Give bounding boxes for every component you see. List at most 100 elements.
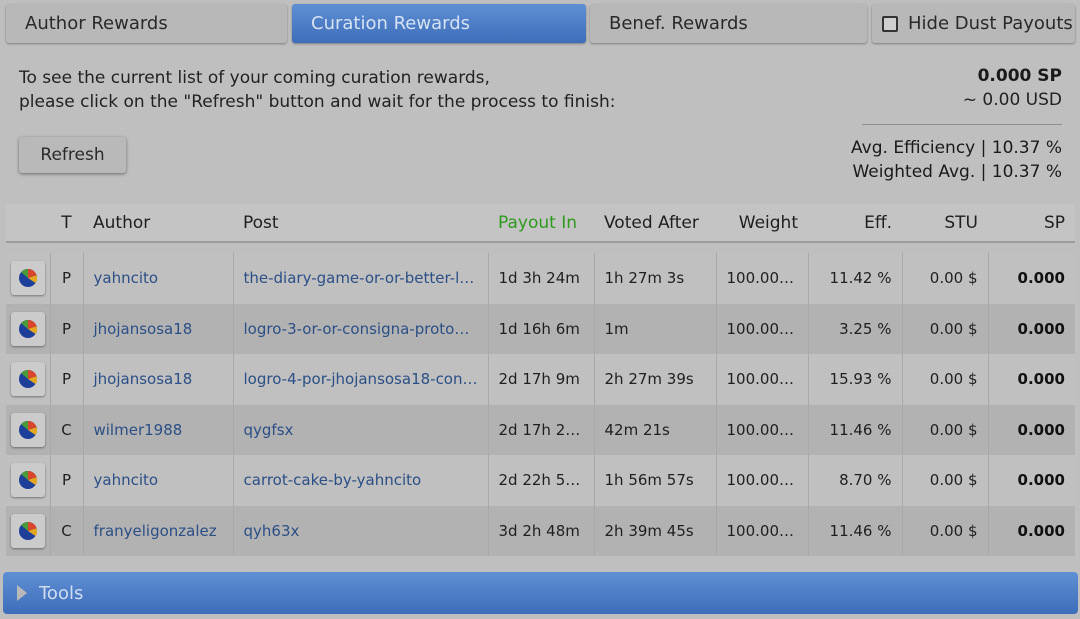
cell-voted-after: 2h 39m 45s: [593, 505, 716, 556]
pie-chart-icon[interactable]: [11, 311, 45, 346]
tools-label: Tools: [39, 582, 84, 604]
cell-type: P: [49, 354, 83, 405]
hide-dust-checkbox[interactable]: [882, 15, 898, 32]
cell-weight: 100.00 %: [715, 354, 808, 405]
cell-stu: 0.00 $: [901, 404, 988, 455]
cell-payout-in: 1d 16h 6m: [487, 303, 594, 354]
avg-efficiency: Avg. Efficiency | 10.37 %: [851, 138, 1062, 158]
cell-author-link[interactable]: jhojansosa18: [82, 354, 233, 405]
hide-dust-toggle[interactable]: Hide Dust Payouts: [872, 4, 1075, 43]
table-row: Cfranyeligonzalez qyh63x 3d 2h 48m 2h 39m 4…: [6, 505, 1075, 557]
cell-author-link[interactable]: franyeligonzalez: [82, 505, 233, 556]
cell-payout-in: 3d 2h 48m: [487, 505, 594, 556]
row-action-cell: [6, 455, 50, 506]
cell-payout-in: 1d 3h 24m: [487, 253, 594, 304]
info-line-1: To see the current list of your coming c…: [19, 68, 490, 88]
pie-chart-icon[interactable]: [11, 412, 45, 447]
cell-post-link[interactable]: the-diary-game-or-or-better-li...: [232, 253, 488, 304]
cell-sp: 0.000: [987, 404, 1075, 455]
header-type[interactable]: T: [50, 204, 83, 242]
tools-panel-toggle[interactable]: Tools: [3, 572, 1078, 614]
cell-post-link[interactable]: logro-4-por-jhojansosa18-consi...: [232, 354, 488, 405]
pie-chart-icon[interactable]: [11, 513, 45, 548]
row-action-cell: [6, 506, 50, 557]
cell-type: P: [49, 253, 83, 304]
header-payout-in[interactable]: Payout In: [488, 204, 594, 242]
header-sp[interactable]: SP: [988, 204, 1075, 242]
cell-voted-after: 1h 27m 3s: [593, 253, 716, 304]
row-action-cell: [6, 354, 50, 405]
cell-eff: 11.42 %: [807, 253, 902, 304]
cell-stu: 0.00 $: [901, 505, 988, 556]
header-weight[interactable]: Weight: [716, 204, 808, 242]
weighted-avg: Weighted Avg. | 10.37 %: [852, 162, 1062, 182]
table-row: Pyahncito the-diary-game-or-or-better-li.…: [6, 253, 1075, 304]
cell-post-link[interactable]: carrot-cake-by-yahncito: [232, 455, 488, 506]
summary-divider: [862, 124, 1062, 125]
refresh-button[interactable]: Refresh: [19, 137, 126, 173]
cell-type: P: [49, 303, 83, 354]
cell-post-link[interactable]: qyh63x: [232, 505, 488, 556]
pie-chart-icon[interactable]: [11, 463, 45, 498]
cell-eff: 15.93 %: [807, 354, 902, 405]
cell-author-link[interactable]: yahncito: [82, 455, 233, 506]
cell-type: C: [49, 404, 83, 455]
tab-benef-rewards-label: Benef. Rewards: [609, 13, 748, 34]
row-action-cell: [6, 405, 50, 456]
cell-voted-after: 1h 56m 57s: [593, 455, 716, 506]
cell-voted-after: 2h 27m 39s: [593, 354, 716, 405]
table-header: T Author Post Payout In Voted After Weig…: [6, 204, 1075, 242]
cell-stu: 0.00 $: [901, 354, 988, 405]
cell-voted-after: 42m 21s: [593, 404, 716, 455]
pie-chart-icon[interactable]: [11, 362, 45, 397]
cell-author-link[interactable]: jhojansosa18: [82, 303, 233, 354]
cell-author-link[interactable]: yahncito: [82, 253, 233, 304]
header-icon: [6, 204, 50, 242]
cell-sp: 0.000: [987, 253, 1075, 304]
table-row: Pjhojansosa18 logro-4-por-jhojansosa18-co…: [6, 354, 1075, 405]
tab-benef-rewards[interactable]: Benef. Rewards: [590, 4, 867, 43]
cell-sp: 0.000: [987, 455, 1075, 506]
sp-total: 0.000 SP: [977, 66, 1062, 86]
cell-post-link[interactable]: logro-3-or-or-consigna-protoco...: [232, 303, 488, 354]
header-eff[interactable]: Eff.: [808, 204, 902, 242]
tab-author-rewards[interactable]: Author Rewards: [6, 4, 287, 43]
cell-sp: 0.000: [987, 303, 1075, 354]
cell-stu: 0.00 $: [901, 303, 988, 354]
cell-weight: 100.00 %: [715, 505, 808, 556]
table-row: Pyahncito carrot-cake-by-yahncito 2d 22h 5…: [6, 455, 1075, 506]
cell-type: P: [49, 455, 83, 506]
hide-dust-label: Hide Dust Payouts: [908, 13, 1073, 34]
header-voted-after[interactable]: Voted After: [594, 204, 716, 242]
tab-curation-rewards-label: Curation Rewards: [311, 13, 471, 34]
cell-type: C: [49, 505, 83, 556]
cell-post-link[interactable]: qygfsx: [232, 404, 488, 455]
cell-payout-in: 2d 17h 20m: [487, 404, 594, 455]
cell-eff: 8.70 %: [807, 455, 902, 506]
info-instructions: To see the current list of your coming c…: [19, 66, 615, 114]
cell-voted-after: 1m: [593, 303, 716, 354]
cell-stu: 0.00 $: [901, 455, 988, 506]
cell-weight: 100.00 %: [715, 404, 808, 455]
cell-payout-in: 2d 22h 59m: [487, 455, 594, 506]
triangle-right-icon: [17, 585, 27, 601]
cell-sp: 0.000: [987, 354, 1075, 405]
cell-weight: 100.00 %: [715, 253, 808, 304]
info-line-2: please click on the "Refresh" button and…: [19, 92, 616, 112]
cell-weight: 100.00 %: [715, 455, 808, 506]
table-row: Pjhojansosa18 logro-3-or-or-consigna-prot…: [6, 303, 1075, 354]
table-row: Cwilmer1988 qygfsx 2d 17h 20m 42m 21s 100.00…: [6, 404, 1075, 456]
header-author[interactable]: Author: [83, 204, 233, 242]
pie-chart-icon[interactable]: [11, 261, 45, 296]
cell-eff: 3.25 %: [807, 303, 902, 354]
cell-eff: 11.46 %: [807, 505, 902, 556]
cell-sp: 0.000: [987, 505, 1075, 556]
header-post[interactable]: Post: [233, 204, 488, 242]
row-action-cell: [6, 253, 50, 304]
cell-payout-in: 2d 17h 9m: [487, 354, 594, 405]
tab-curation-rewards[interactable]: Curation Rewards: [292, 4, 586, 43]
header-stu[interactable]: STU: [902, 204, 988, 242]
tab-author-rewards-label: Author Rewards: [25, 13, 168, 34]
cell-author-link[interactable]: wilmer1988: [82, 404, 233, 455]
usd-total: ~ 0.00 USD: [962, 90, 1062, 110]
